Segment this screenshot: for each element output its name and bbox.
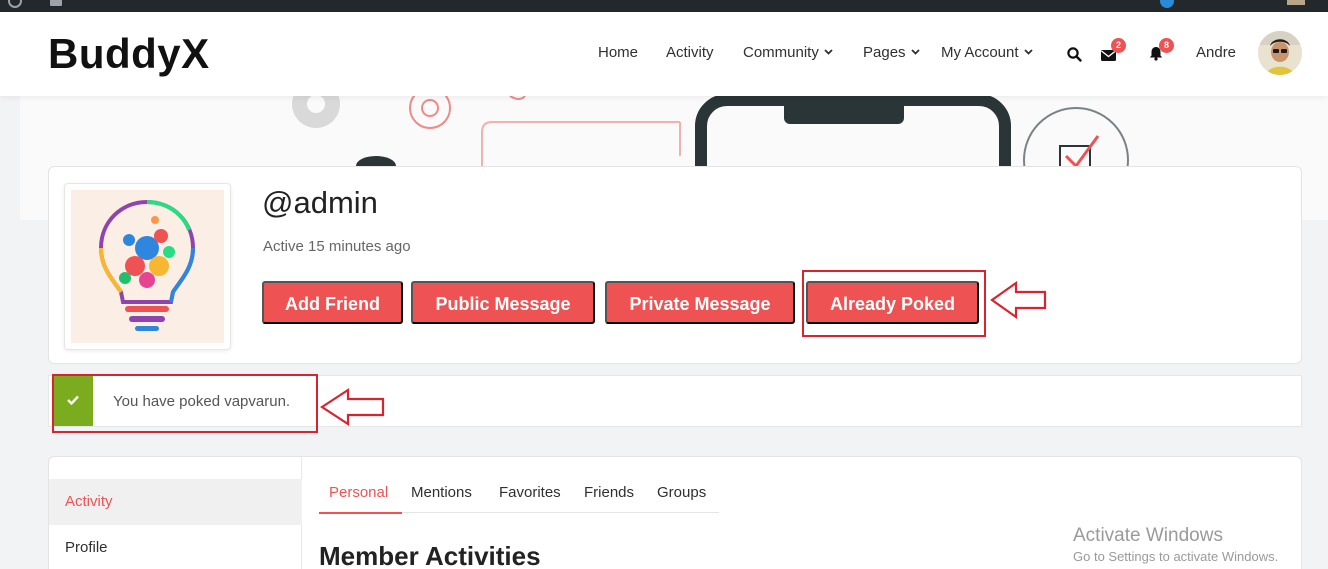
chevron-down-icon	[824, 49, 833, 55]
watermark-subtitle: Go to Settings to activate Windows.	[1073, 549, 1279, 564]
section-title: Member Activities	[319, 541, 541, 569]
lightbulb-icon	[98, 199, 196, 331]
activity-subtabs: Personal Mentions Favorites Friends Grou…	[319, 479, 719, 514]
user-name[interactable]: Andre	[1196, 44, 1236, 61]
annotation-arrow-left-icon	[990, 280, 1047, 320]
public-message-button[interactable]: Public Message	[411, 281, 595, 324]
nav-pages-label: Pages	[863, 44, 906, 61]
admin-bar-avatar-icon[interactable]	[1160, 0, 1174, 8]
notifications-count-badge: 8	[1159, 38, 1174, 53]
subtab-mentions[interactable]: Mentions	[411, 484, 472, 501]
customize-icon[interactable]	[50, 0, 62, 6]
add-friend-button[interactable]: Add Friend	[262, 281, 403, 324]
nav-my-account[interactable]: My Account	[941, 44, 1033, 61]
site-logo[interactable]: BuddyX	[48, 30, 210, 78]
nav-home[interactable]: Home	[598, 44, 638, 61]
profile-avatar-image	[71, 190, 224, 343]
subtab-favorites[interactable]: Favorites	[499, 484, 561, 501]
active-tab-underline	[319, 512, 402, 514]
notifications-button[interactable]: 8	[1149, 38, 1174, 61]
subtab-groups[interactable]: Groups	[657, 484, 706, 501]
annotation-highlight-box	[802, 270, 986, 337]
admin-bar-thumbnail[interactable]	[1287, 0, 1305, 5]
last-active-text: Active 15 minutes ago	[263, 238, 411, 255]
user-avatar[interactable]	[1258, 31, 1302, 75]
search-icon[interactable]	[1067, 47, 1082, 62]
subtab-friends[interactable]: Friends	[584, 484, 634, 501]
subtab-personal[interactable]: Personal	[329, 484, 388, 501]
watermark-title: Activate Windows	[1073, 525, 1223, 546]
site-header: BuddyX Home Activity Community Pages My …	[0, 12, 1328, 96]
windows-activation-watermark: Activate Windows Go to Settings to activ…	[1073, 525, 1278, 564]
annotation-highlight-box	[52, 374, 318, 433]
messages-count-badge: 2	[1111, 38, 1126, 53]
profile-avatar[interactable]	[64, 183, 231, 350]
private-message-button[interactable]: Private Message	[605, 281, 795, 324]
annotation-arrow-left-icon	[320, 387, 385, 427]
nav-community-label: Community	[743, 44, 819, 61]
nav-community[interactable]: Community	[743, 44, 833, 61]
wp-admin-bar	[0, 0, 1328, 12]
nav-pages[interactable]: Pages	[863, 44, 920, 61]
side-nav-profile[interactable]: Profile	[49, 525, 302, 569]
chevron-down-icon	[910, 49, 920, 55]
nav-activity[interactable]: Activity	[666, 44, 714, 61]
side-nav-activity[interactable]: Activity	[49, 479, 302, 525]
nav-my-account-label: My Account	[941, 44, 1019, 61]
profile-header-card: @admin Active 15 minutes ago Add Friend …	[48, 166, 1302, 364]
wordpress-logo-icon[interactable]	[8, 0, 22, 8]
profile-side-nav: Activity Profile	[49, 457, 302, 569]
messages-button[interactable]: 2	[1101, 38, 1126, 61]
chevron-down-icon	[1023, 49, 1033, 55]
user-avatar-photo	[1258, 31, 1302, 75]
profile-handle: @admin	[262, 185, 378, 220]
